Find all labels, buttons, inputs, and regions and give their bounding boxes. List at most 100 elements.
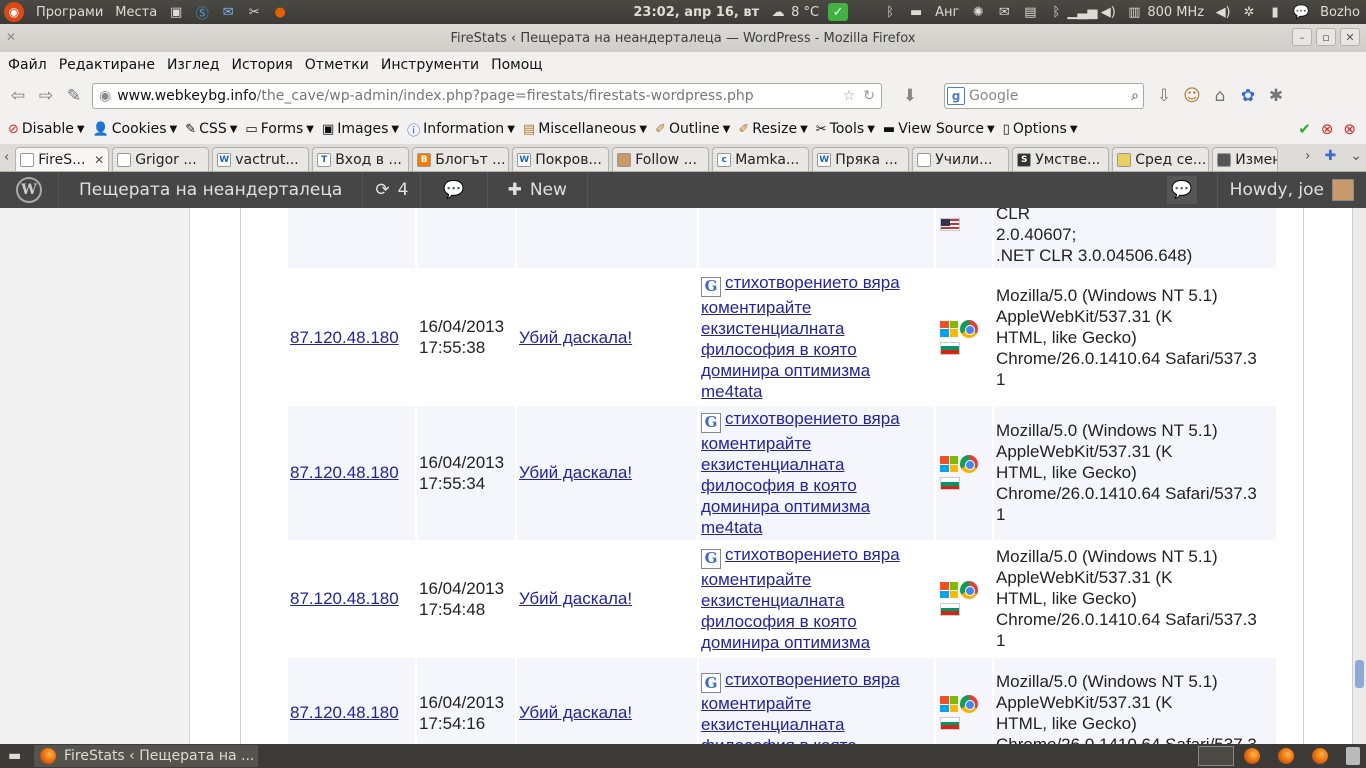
notification-bubble-icon[interactable]: 💬 [1166,176,1197,204]
url-bar[interactable]: ◉ www.webkeybg.info/the_cave/wp-admin/in… [92,83,882,109]
tab-izmen[interactable]: Измен [1212,147,1279,171]
wd-options[interactable]: ▯ Options ▼ [999,121,1082,137]
referrer-link[interactable]: me4tata [701,382,762,401]
ip-link[interactable]: 87.120.48.180 [290,328,399,347]
update-check-icon[interactable]: ✓ [828,3,849,21]
user-menu[interactable]: Bozho [1314,0,1366,24]
wd-disable[interactable]: ⊘ Disable ▼ [4,121,89,137]
wd-forms[interactable]: ▭ Forms ▼ [241,121,318,137]
ip-link[interactable]: 87.120.48.180 [290,703,399,722]
tab-firestats[interactable]: FireS... ✕ [15,147,110,171]
bluetooth-icon[interactable]: ᛒ [880,3,900,21]
skype-icon[interactable]: Ⓢ [192,3,212,22]
wd-miscellaneous[interactable]: ▤ Miscellaneous ▼ [519,121,651,137]
tabs-scroll-right-icon[interactable]: › [1305,148,1311,164]
clock[interactable]: 23:02, апр 16, вт [627,0,765,24]
referrer-link[interactable]: философия в която [701,612,857,631]
firefox-launcher-icon[interactable]: ● [270,3,290,21]
google-engine-icon[interactable]: g [947,87,965,105]
wd-information[interactable]: ⓘ Information ▼ [403,120,519,139]
scrollbar-thumb[interactable] [1355,660,1364,688]
sun-icon[interactable]: ✺ [968,3,988,21]
weather-temp[interactable]: 8 °C [791,0,825,24]
volume-icon[interactable]: ◀) [1098,3,1118,21]
reload-icon[interactable]: ↻ [863,88,875,104]
window-menu-icon[interactable]: ✕ [6,30,22,46]
wd-view-source[interactable]: ▬ View Source ▼ [879,121,999,137]
download-blocked-icon[interactable]: ⬇ [896,82,924,110]
tab-blogat[interactable]: B Блогът ... [412,147,510,171]
menu-edit[interactable]: Редактиране [53,57,161,73]
network-signal-icon[interactable]: ▁▃▅ [1067,3,1097,21]
tab-mamka[interactable]: c Mamka... [712,147,810,171]
close-tab-icon[interactable]: ✕ [94,153,104,167]
addon-icon[interactable]: ✿ [1234,82,1262,110]
wd-outline[interactable]: ✐ Outline ▼ [651,121,734,137]
back-button[interactable]: ⇦ [4,82,32,110]
referrer-link[interactable]: екзистенциалната [701,319,844,338]
settings-tools-icon[interactable]: ✂ [244,3,264,21]
downloads-icon[interactable]: ⇩ [1150,82,1178,110]
site-identity-icon[interactable]: ◉ [99,88,111,104]
wp-logo-menu[interactable]: W [0,172,59,208]
tab-umstve[interactable]: S Умстве... [1012,147,1110,171]
validation-ok-icon[interactable]: ✔ [1298,120,1311,138]
referrer-link[interactable]: стихотворението вяра [725,409,900,428]
forward-button[interactable]: ⇨ [32,82,60,110]
workspace-switcher[interactable] [1198,746,1234,766]
firefox-workspace-icon[interactable] [1312,748,1328,764]
greasemonkey-icon[interactable]: ☺ [1178,82,1206,110]
referrer-link[interactable]: коментирайте [701,694,811,713]
firefox-workspace-icon[interactable] [1244,748,1260,764]
bluetooth-tray-icon[interactable]: ᛒ [1046,3,1066,21]
search-input[interactable]: Google [969,88,1018,104]
search-magnifier-icon[interactable]: ⌕ [1131,88,1139,104]
referrer-link[interactable]: философия в която [701,340,857,359]
referrer-link[interactable]: коментирайте [701,570,811,589]
bookmark-star-icon[interactable]: ☆ [843,88,856,104]
trash-icon[interactable] [1346,747,1360,765]
menu-tools[interactable]: Инструменти [375,57,485,73]
referrer-link[interactable]: коментирайте [701,434,811,453]
cpu-frequency[interactable]: 800 MHz [1147,0,1210,24]
home-icon[interactable]: ⌂ [1206,82,1234,110]
referrer-link[interactable]: me4tata [701,518,762,537]
tab-grigor[interactable]: Grigor ... [112,147,210,171]
terminal-icon[interactable]: ▣ [166,3,186,21]
menu-view[interactable]: Изглед [161,57,226,73]
wd-tools[interactable]: ✂ Tools ▼ [812,121,879,137]
referrer-link[interactable]: доминира оптимизма [701,497,870,516]
menu-file[interactable]: Файл [2,57,53,73]
referrer-link[interactable]: доминира оптимизма [701,361,870,380]
js-error-icon[interactable]: ⊗ [1343,120,1356,138]
addon-bug-icon[interactable]: ✱ [1262,82,1290,110]
comments-link[interactable]: 💬 [421,172,488,208]
new-tab-icon[interactable]: ✚ [1325,148,1337,164]
ip-link[interactable]: 87.120.48.180 [290,463,399,482]
ubuntu-logo-icon[interactable]: ◉ [4,2,24,22]
tab-vactrut[interactable]: Wvactrut... [212,147,310,171]
page-link[interactable]: Убий даскала! [519,328,632,347]
page-link[interactable]: Убий даскала! [519,589,632,608]
referrer-link[interactable]: коментирайте [701,298,811,317]
wd-images[interactable]: ▣ Images ▼ [318,121,403,137]
applications-menu[interactable]: Програми [30,0,109,24]
tab-pryaka[interactable]: W Пряка ... [812,147,910,171]
taskbar-firefox-window[interactable]: FireStats ‹ Пещерата на ... [34,745,258,767]
page-link[interactable]: Убий даскала! [519,463,632,482]
ip-link[interactable]: 87.120.48.180 [290,589,399,608]
wd-cookies[interactable]: 👤 Cookies ▼ [89,121,182,137]
my-account-menu[interactable]: Howdy, joe [1216,172,1366,208]
close-window-button[interactable]: ✕ [1340,28,1360,46]
referrer-link[interactable]: философия в която [701,736,857,744]
accessibility-icon[interactable]: ✲ [1239,3,1259,21]
firefox-workspace-icon[interactable] [1278,748,1294,764]
maximize-button[interactable]: ▫ [1316,28,1336,46]
tab-sred[interactable]: Сред се... [1112,147,1210,171]
referrer-link[interactable]: философия в която [701,476,857,495]
list-all-tabs-icon[interactable]: ⌄ [1350,148,1362,164]
wd-css[interactable]: ✎ CSS ▼ [181,121,241,137]
menu-history[interactable]: История [225,57,298,73]
show-desktop-icon[interactable]: ▬ [8,748,21,764]
tab-pokrov[interactable]: W Покров... [512,147,610,171]
